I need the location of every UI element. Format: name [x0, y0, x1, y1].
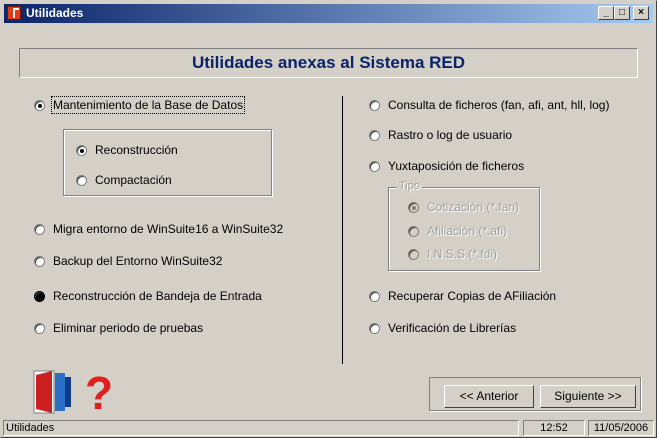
- option-yuxtaposicion[interactable]: Yuxtaposición de ficheros: [369, 159, 524, 173]
- option-bandeja[interactable]: Reconstrucción de Bandeja de Entrada: [34, 289, 262, 303]
- option-migra-label: Migra entorno de WinSuite16 a WinSuite32: [53, 222, 284, 236]
- option-recuperar-label: Recuperar Copias de AFiliación: [388, 289, 557, 303]
- radio-verificacion[interactable]: [369, 322, 380, 334]
- option-eliminar[interactable]: Eliminar periodo de pruebas: [34, 321, 203, 335]
- radio-bandeja[interactable]: [34, 290, 45, 302]
- option-afiliacion: Afiliación (*.afi): [408, 224, 507, 238]
- door-exit-icon: [33, 370, 71, 414]
- option-rastro-label: Rastro o log de usuario: [388, 128, 513, 142]
- radio-yuxtaposicion[interactable]: [369, 160, 380, 172]
- option-inss-label: I.N.S.S.(*.fdi): [427, 247, 498, 261]
- radio-cotizacion: [408, 201, 419, 213]
- status-date: 11/05/2006: [588, 420, 654, 436]
- title-bar[interactable]: Utilidades _ □ ×: [4, 4, 653, 23]
- radio-reconstruccion[interactable]: [76, 144, 87, 156]
- radio-inss: [408, 248, 419, 260]
- help-question-icon: ?: [85, 367, 113, 419]
- radio-eliminar[interactable]: [34, 322, 45, 334]
- radio-compactacion[interactable]: [76, 174, 87, 186]
- option-backup-label: Backup del Entorno WinSuite32: [53, 254, 223, 268]
- option-cotizacion-label: Cotización (*.fan): [427, 200, 520, 214]
- radio-afiliacion: [408, 225, 419, 237]
- maximize-button[interactable]: □: [614, 6, 630, 20]
- option-rastro[interactable]: Rastro o log de usuario: [369, 128, 512, 142]
- column-divider: [342, 96, 343, 364]
- svg-text:?: ?: [85, 367, 113, 415]
- help-button[interactable]: ?: [81, 367, 117, 419]
- status-text: Utilidades: [3, 420, 519, 436]
- exit-button[interactable]: [32, 369, 74, 415]
- option-mantenimiento[interactable]: Mantenimiento de la Base de Datos: [34, 96, 246, 114]
- option-bandeja-label: Reconstrucción de Bandeja de Entrada: [53, 289, 262, 303]
- option-consulta-label: Consulta de ficheros (fan, afi, ant, hll…: [388, 98, 610, 112]
- option-mantenimiento-label: Mantenimiento de la Base de Datos: [50, 96, 246, 114]
- radio-backup[interactable]: [34, 255, 45, 267]
- radio-migra[interactable]: [34, 223, 45, 235]
- radio-consulta[interactable]: [369, 99, 380, 111]
- option-backup[interactable]: Backup del Entorno WinSuite32: [34, 254, 222, 268]
- option-verificacion-label: Verificación de Librerías: [388, 321, 517, 335]
- next-button[interactable]: Siguiente >>: [540, 385, 636, 408]
- option-cotizacion: Cotización (*.fan): [408, 200, 519, 214]
- window-title: Utilidades: [26, 6, 84, 20]
- radio-rastro[interactable]: [369, 129, 380, 141]
- radio-mantenimiento[interactable]: [34, 99, 45, 111]
- option-reconstruccion-label: Reconstrucción: [95, 143, 178, 157]
- page-title: Utilidades anexas al Sistema RED: [19, 48, 638, 78]
- option-recuperar[interactable]: Recuperar Copias de AFiliación: [369, 289, 556, 303]
- app-icon: [7, 6, 21, 20]
- utilidades-window: Utilidades _ □ × Utilidades anexas al Si…: [0, 0, 657, 438]
- option-compactacion-label: Compactación: [95, 173, 172, 187]
- option-consulta[interactable]: Consulta de ficheros (fan, afi, ant, hll…: [369, 98, 609, 112]
- option-migra[interactable]: Migra entorno de WinSuite16 a WinSuite32: [34, 222, 283, 236]
- option-verificacion[interactable]: Verificación de Librerías: [369, 321, 516, 335]
- prev-button[interactable]: << Anterior: [444, 385, 534, 408]
- radio-recuperar[interactable]: [369, 290, 380, 302]
- option-afiliacion-label: Afiliación (*.afi): [427, 224, 508, 238]
- option-yuxtaposicion-label: Yuxtaposición de ficheros: [388, 159, 525, 173]
- minimize-button[interactable]: _: [598, 6, 614, 20]
- close-button[interactable]: ×: [633, 6, 649, 20]
- option-eliminar-label: Eliminar periodo de pruebas: [53, 321, 204, 335]
- status-bar: Utilidades 12:52 11/05/2006: [3, 420, 654, 437]
- option-inss: I.N.S.S.(*.fdi): [408, 247, 497, 261]
- option-reconstruccion[interactable]: Reconstrucción: [76, 143, 178, 157]
- option-compactacion[interactable]: Compactación: [76, 173, 172, 187]
- tipo-legend: Tipo: [397, 180, 422, 192]
- status-time: 12:52: [523, 420, 585, 436]
